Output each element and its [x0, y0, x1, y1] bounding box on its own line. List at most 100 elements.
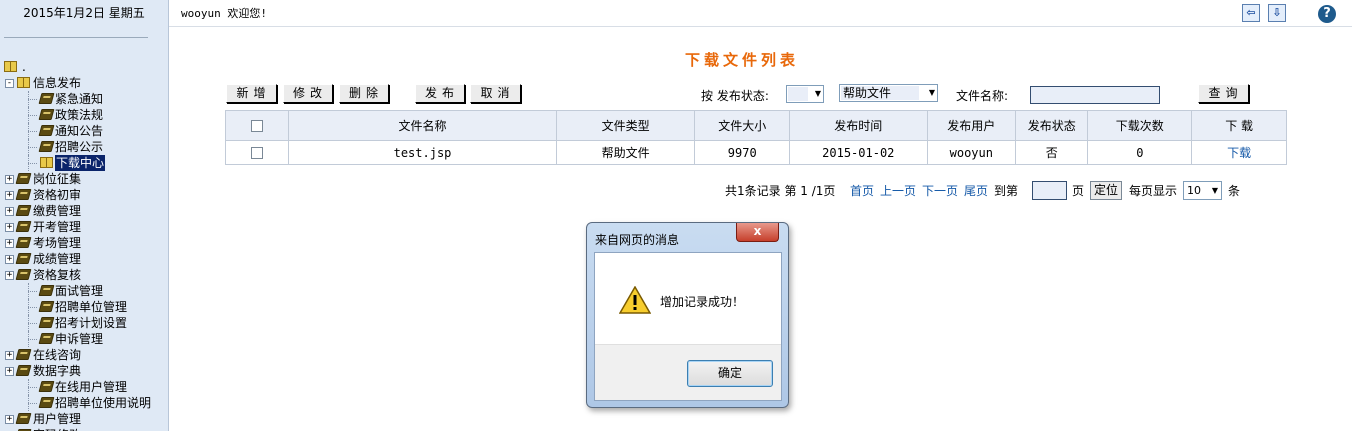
sidebar-item-label: 资格复核 [33, 268, 82, 282]
first-page-link[interactable]: 首页 [850, 182, 874, 200]
sidebar-item[interactable]: 下载中心 [0, 155, 168, 171]
sidebar-item-label: 开考管理 [33, 220, 82, 234]
expand-icon[interactable]: + [5, 239, 14, 248]
sidebar-item[interactable]: 招聘公示 [0, 139, 168, 155]
book-closed-icon [38, 397, 55, 408]
sidebar-item[interactable]: + 在线咨询 [0, 347, 168, 363]
download-link[interactable]: 下载 [1227, 146, 1251, 160]
sidebar-item-label: 岗位征集 [33, 172, 82, 186]
back-icon[interactable]: ⇦ [1242, 4, 1260, 22]
publish-status-cell: 否 [1015, 140, 1089, 165]
book-closed-icon [15, 349, 32, 360]
filename-input[interactable] [1030, 86, 1160, 104]
sidebar-item-label: 成绩管理 [33, 252, 82, 266]
cancel-button[interactable]: 取消 [470, 84, 521, 103]
page-title: 下载文件列表 [685, 51, 800, 69]
sidebar-item[interactable]: 通知公告 [0, 123, 168, 139]
sidebar-item[interactable]: 招聘单位管理 [0, 299, 168, 315]
warning-icon [619, 286, 651, 314]
query-button[interactable]: 查询 [1198, 84, 1249, 103]
expand-icon[interactable]: + [5, 191, 14, 200]
book-closed-icon [38, 109, 55, 120]
expand-icon[interactable]: + [5, 223, 14, 232]
sidebar-item[interactable]: + 开考管理 [0, 219, 168, 235]
add-button[interactable]: 新增 [226, 84, 277, 103]
book-closed-icon [38, 125, 55, 136]
prev-page-link[interactable]: 上一页 [880, 182, 916, 200]
sidebar-item[interactable]: 招考计划设置 [0, 315, 168, 331]
download-cell: 下载 [1191, 140, 1287, 165]
sidebar-item[interactable]: + 缴费管理 [0, 203, 168, 219]
expand-icon[interactable]: + [5, 175, 14, 184]
expand-icon[interactable]: + [5, 255, 14, 264]
expand-icon[interactable]: + [5, 415, 14, 424]
per-page-select[interactable]: 10 ▼ [1183, 181, 1222, 200]
sidebar-item[interactable]: + 资格复核 [0, 267, 168, 283]
sidebar-item[interactable]: + 成绩管理 [0, 251, 168, 267]
sidebar-item-label: 通知公告 [55, 124, 104, 138]
book-closed-icon [38, 285, 55, 296]
sidebar-item[interactable]: - 信息发布 [0, 75, 168, 91]
select-all-checkbox[interactable] [251, 120, 264, 132]
goto-page-input[interactable] [1032, 181, 1067, 200]
sidebar-item[interactable]: 面试管理 [0, 283, 168, 299]
sidebar-item[interactable]: + 用户管理 [0, 411, 168, 427]
sidebar-item-label: 面试管理 [55, 284, 104, 298]
collapse-icon[interactable]: - [5, 79, 14, 88]
sidebar-item-label: 招聘单位使用说明 [55, 396, 152, 410]
file-table: 文件名称 文件类型 文件大小 发布时间 发布用户 发布状态 下载次数 下 载 t… [224, 110, 1287, 165]
publish-button[interactable]: 发布 [415, 84, 465, 103]
sidebar-item[interactable]: + 数据字典 [0, 363, 168, 379]
sidebar-item[interactable]: 招聘单位使用说明 [0, 395, 168, 411]
book-closed-icon [38, 317, 55, 328]
close-button[interactable]: x [736, 223, 779, 242]
file-type-cell: 帮助文件 [555, 140, 696, 165]
sidebar-item[interactable]: + 资格初审 [0, 187, 168, 203]
book-closed-icon [15, 269, 32, 280]
sidebar-item[interactable]: +密码修改 [0, 427, 168, 431]
edit-button[interactable]: 修改 [283, 84, 333, 103]
sidebar-item-label: 招考计划设置 [55, 316, 128, 330]
sidebar-item[interactable]: 紧急通知 [0, 91, 168, 107]
filename-filter-label: 文件名称: [956, 89, 1009, 103]
file-name-cell: test.jsp [288, 140, 557, 165]
sidebar-item-label: 招聘公示 [55, 140, 104, 154]
sidebar-item[interactable]: + 考场管理 [0, 235, 168, 251]
book-closed-icon [38, 301, 55, 312]
date-display: 2015年1月2日 星期五 [0, 0, 169, 27]
locate-button[interactable]: 定位 [1090, 181, 1123, 200]
file-size-cell: 9970 [694, 140, 791, 165]
last-page-link[interactable]: 尾页 [964, 182, 988, 200]
expand-icon[interactable]: + [5, 207, 14, 216]
book-closed-icon [15, 365, 32, 376]
expand-icon[interactable]: + [5, 351, 14, 360]
dialog-body: 增加记录成功！ 确定 [594, 252, 782, 401]
sidebar-item-label: 在线用户管理 [55, 380, 128, 394]
book-open-icon [4, 61, 17, 72]
status-select[interactable]: ▼ [786, 85, 824, 103]
help-icon[interactable]: ? [1318, 5, 1336, 23]
expand-icon[interactable]: + [5, 271, 14, 280]
sidebar-item[interactable]: 在线用户管理 [0, 379, 168, 395]
book-open-icon [40, 157, 53, 168]
sidebar-item-label: 用户管理 [33, 412, 82, 426]
column-header: 文件类型 [555, 110, 696, 141]
sidebar-item[interactable]: + 岗位征集 [0, 171, 168, 187]
tree-root[interactable]: . [0, 59, 168, 75]
expand-icon[interactable]: + [5, 367, 14, 376]
sidebar-divider [4, 37, 148, 38]
delete-button[interactable]: 删除 [339, 84, 389, 103]
page-unit-label: 页 [1072, 184, 1085, 198]
sidebar-item-label: 下载中心 [55, 155, 106, 171]
file-type-select[interactable]: 帮助文件 ▼ [839, 84, 938, 102]
sidebar-item[interactable]: 政策法规 [0, 107, 168, 123]
sidebar-item-label: 考场管理 [33, 236, 82, 250]
next-page-link[interactable]: 下一页 [922, 182, 958, 200]
row-select-cell [224, 140, 290, 165]
sidebar-item[interactable]: 申诉管理 [0, 331, 168, 347]
per-page-value: 10 [1187, 184, 1201, 197]
row-checkbox[interactable] [251, 147, 264, 159]
ok-button[interactable]: 确定 [687, 360, 773, 387]
download-icon[interactable]: ⇩ [1268, 4, 1286, 22]
column-header: 下载次数 [1087, 110, 1193, 141]
